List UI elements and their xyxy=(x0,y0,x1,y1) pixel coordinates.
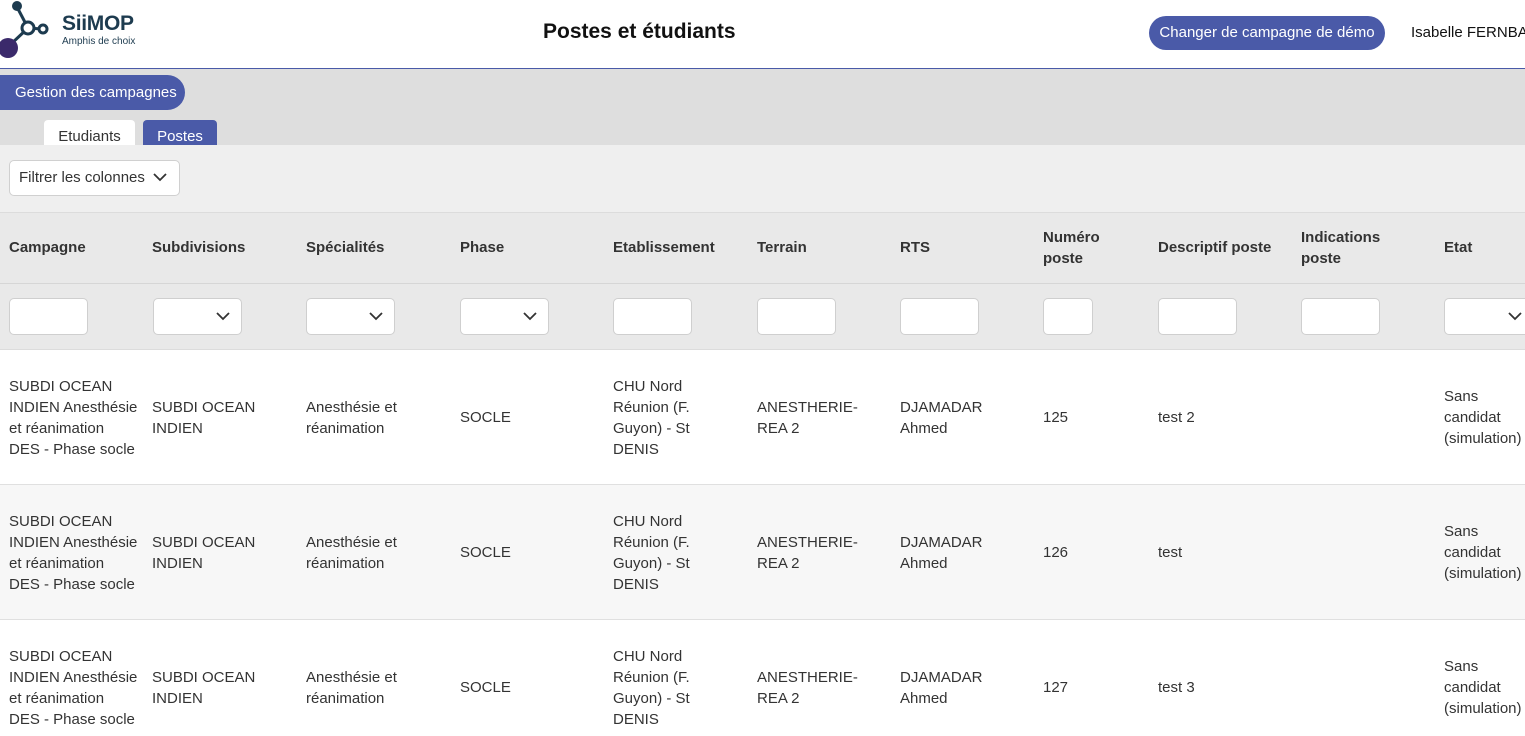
cell-terrain: ANESTHERIE-REA 2 xyxy=(757,668,858,707)
column-header-etablissement[interactable]: Etablissement xyxy=(613,212,748,283)
column-header-phase[interactable]: Phase xyxy=(460,212,600,283)
table-row[interactable]: SUBDI OCEAN INDIEN Anesthésie et réanima… xyxy=(0,350,1525,485)
app-header: SiiMOP Amphis de choix Postes et étudian… xyxy=(0,0,1525,69)
table-row[interactable]: SUBDI OCEAN INDIEN Anesthésie et réanima… xyxy=(0,620,1525,736)
chevron-down-icon xyxy=(1508,312,1522,321)
cell-indications-poste xyxy=(1301,485,1421,620)
cell-terrain: ANESTHERIE-REA 2 xyxy=(757,398,858,437)
column-header-descriptif-poste[interactable]: Descriptif poste xyxy=(1158,212,1293,283)
column-header-numero-poste[interactable]: Numéro poste xyxy=(1043,212,1128,283)
cell-etablissement: CHU Nord Réunion (F. Guyon) - St DENIS xyxy=(613,377,690,458)
navigation-band xyxy=(0,69,1525,145)
page-title: Postes et étudiants xyxy=(543,20,736,43)
tab-etudiants[interactable]: Etudiants xyxy=(44,120,135,148)
chevron-down-icon xyxy=(153,173,167,182)
cell-descriptif-poste: test 2 xyxy=(1158,409,1195,426)
cell-specialites: Anesthésie et réanimation xyxy=(306,668,397,707)
table-row[interactable]: SUBDI OCEAN INDIEN Anesthésie et réanima… xyxy=(0,485,1525,620)
manage-campaigns-button[interactable]: Gestion des campagnes xyxy=(0,75,185,110)
cell-rts: DJAMADAR Ahmed xyxy=(900,668,983,707)
tab-postes[interactable]: Postes xyxy=(143,120,217,148)
chevron-down-icon xyxy=(369,312,383,321)
logo-wordmark: SiiMOP xyxy=(62,12,134,35)
cell-campagne: SUBDI OCEAN INDIEN Anesthésie et réanima… xyxy=(9,647,138,728)
column-header-etat[interactable]: Etat xyxy=(1444,212,1524,283)
cell-rts: DJAMADAR Ahmed xyxy=(900,533,983,572)
column-header-terrain[interactable]: Terrain xyxy=(757,212,892,283)
descriptif-poste-filter-input[interactable] xyxy=(1158,298,1237,335)
cell-etat: Sans candidat (simulation) xyxy=(1444,388,1522,447)
cell-phase: SOCLE xyxy=(460,409,511,426)
cell-phase: SOCLE xyxy=(460,679,511,696)
filter-toolbar xyxy=(0,145,1525,212)
header-divider xyxy=(0,283,1525,284)
rts-filter-input[interactable] xyxy=(900,298,979,335)
cell-descriptif-poste: test xyxy=(1158,544,1183,561)
logo-tagline: Amphis de choix xyxy=(62,36,136,47)
specialites-filter-select[interactable] xyxy=(306,298,395,335)
cell-numero-poste: 127 xyxy=(1043,679,1069,696)
change-campaign-button[interactable]: Changer de campagne de démo xyxy=(1149,16,1385,50)
terrain-filter-input[interactable] xyxy=(757,298,836,335)
filter-columns-select[interactable]: Filtrer les colonnes xyxy=(9,160,180,196)
chevron-down-icon xyxy=(216,312,230,321)
column-header-rts[interactable]: RTS xyxy=(900,212,1035,283)
subdivisions-filter-select[interactable] xyxy=(153,298,242,335)
cell-etablissement: CHU Nord Réunion (F. Guyon) - St DENIS xyxy=(613,647,690,728)
cell-specialites: Anesthésie et réanimation xyxy=(306,398,397,437)
cell-phase: SOCLE xyxy=(460,544,511,561)
cell-campagne: SUBDI OCEAN INDIEN Anesthésie et réanima… xyxy=(9,377,138,458)
chevron-down-icon xyxy=(523,312,537,321)
cell-numero-poste: 125 xyxy=(1043,409,1069,426)
cell-subdivisions: SUBDI OCEAN INDIEN xyxy=(152,398,256,437)
column-header-campagne[interactable]: Campagne xyxy=(9,212,139,283)
column-header-indications-poste[interactable]: Indications poste xyxy=(1301,212,1401,283)
column-header-subdivisions[interactable]: Subdivisions xyxy=(152,212,292,283)
cell-descriptif-poste: test 3 xyxy=(1158,679,1195,696)
molecule-logo-icon xyxy=(0,1,49,58)
cell-numero-poste: 126 xyxy=(1043,544,1069,561)
cell-subdivisions: SUBDI OCEAN INDIEN xyxy=(152,668,256,707)
etablissement-filter-input[interactable] xyxy=(613,298,692,335)
column-header-specialites[interactable]: Spécialités xyxy=(306,212,446,283)
cell-terrain: ANESTHERIE-REA 2 xyxy=(757,533,858,572)
cell-campagne: SUBDI OCEAN INDIEN Anesthésie et réanima… xyxy=(9,512,138,593)
etat-filter-select[interactable] xyxy=(1444,298,1525,335)
filter-columns-label: Filtrer les colonnes xyxy=(19,169,145,186)
cell-indications-poste xyxy=(1301,350,1421,485)
numero-poste-filter-input[interactable] xyxy=(1043,298,1093,335)
siimop-logo[interactable]: SiiMOP Amphis de choix xyxy=(0,0,160,62)
cell-etat: Sans candidat (simulation) xyxy=(1444,658,1522,717)
phase-filter-select[interactable] xyxy=(460,298,549,335)
cell-specialites: Anesthésie et réanimation xyxy=(306,533,397,572)
user-name[interactable]: Isabelle FERNBAC xyxy=(1411,24,1525,41)
campagne-filter-input[interactable] xyxy=(9,298,88,335)
cell-indications-poste xyxy=(1301,620,1421,736)
indications-poste-filter-input[interactable] xyxy=(1301,298,1380,335)
cell-rts: DJAMADAR Ahmed xyxy=(900,398,983,437)
cell-etat: Sans candidat (simulation) xyxy=(1444,523,1522,582)
cell-etablissement: CHU Nord Réunion (F. Guyon) - St DENIS xyxy=(613,512,690,593)
cell-subdivisions: SUBDI OCEAN INDIEN xyxy=(152,533,256,572)
